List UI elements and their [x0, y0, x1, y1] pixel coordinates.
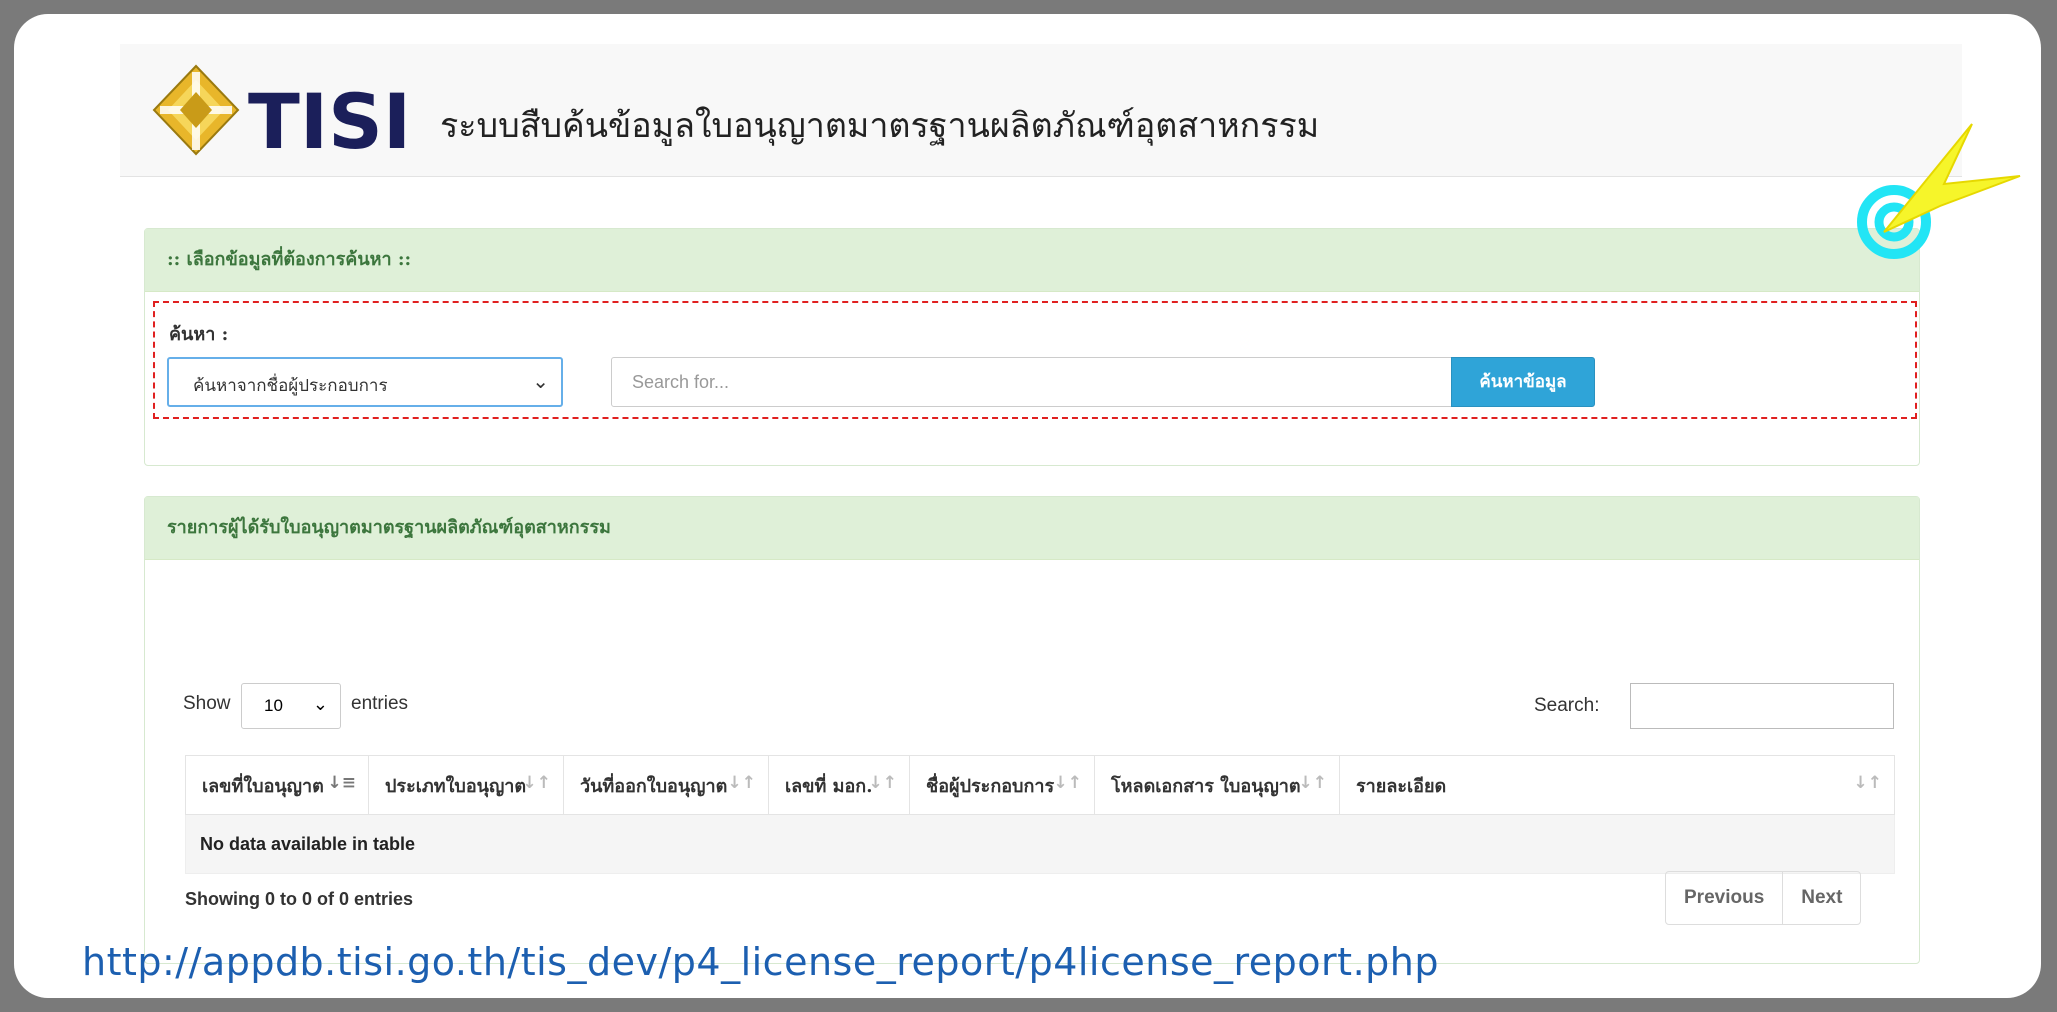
search-type-select[interactable]: ค้นหาจากชื่อผู้ประกอบการ ⌄	[167, 357, 563, 407]
column-header-download[interactable]: โหลดเอกสาร ใบอนุญาต ↓↑	[1094, 755, 1340, 815]
previous-button[interactable]: Previous	[1666, 872, 1782, 924]
sort-icon: ↓↑	[727, 773, 757, 793]
entries-label: entries	[351, 693, 409, 714]
column-header-tis-no[interactable]: เลขที่ มอก. ↓↑	[768, 755, 910, 815]
license-table: เลขที่ใบอนุญาต ↓≡ ประเภทใบอนุญาต ↓↑ วันที่…	[185, 755, 1895, 874]
table-header-row: เลขที่ใบอนุญาต ↓≡ ประเภทใบอนุญาต ↓↑ วันที่…	[185, 755, 1895, 815]
presentation-frame: TISI ระบบสืบค้นข้อมูลใบอนุญาตมาตรฐานผลิต…	[14, 14, 2041, 998]
site-title: ระบบสืบค้นข้อมูลใบอนุญาตมาตรฐานผลิตภัณฑ์…	[440, 106, 1320, 146]
site-header: TISI ระบบสืบค้นข้อมูลใบอนุญาตมาตรฐานผลิต…	[120, 44, 1962, 177]
column-header-license-type[interactable]: ประเภทใบอนุญาต ↓↑	[368, 755, 564, 815]
search-input[interactable]: Search for...	[611, 357, 1453, 407]
table-info: Showing 0 to 0 of 0 entries	[185, 889, 414, 909]
sort-icon: ↓↑	[1053, 773, 1083, 793]
search-label: ค้นหา :	[169, 324, 229, 345]
chevron-down-icon: ⌄	[532, 369, 549, 393]
sort-icon: ↓↑	[1298, 773, 1328, 793]
empty-table-message: No data available in table	[185, 814, 1895, 874]
search-type-value: ค้นหาจากชื่อผู้ประกอบการ	[193, 376, 388, 396]
sort-icon: ↓↑	[1853, 773, 1883, 793]
results-panel-heading: รายการผู้ได้รับใบอนุญาตมาตรฐานผลิตภัณฑ์อ…	[145, 497, 1919, 560]
column-header-details[interactable]: รายละเอียด ↓↑	[1339, 755, 1895, 815]
chevron-down-icon: ⌄	[312, 694, 328, 714]
results-panel: รายการผู้ได้รับใบอนุญาตมาตรฐานผลิตภัณฑ์อ…	[144, 496, 1920, 964]
search-button[interactable]: ค้นหาข้อมูล	[1451, 357, 1595, 407]
filter-input[interactable]	[1630, 683, 1894, 729]
sort-icon: ↓↑	[522, 773, 552, 793]
column-header-operator-name[interactable]: ชื่อผู้ประกอบการ ↓↑	[909, 755, 1095, 815]
search-panel-heading: :: เลือกข้อมูลที่ต้องการค้นหา ::	[145, 229, 1919, 292]
show-label: Show	[183, 693, 231, 714]
search-panel: :: เลือกข้อมูลที่ต้องการค้นหา :: ค้นหา :…	[144, 228, 1920, 466]
web-page: TISI ระบบสืบค้นข้อมูลใบอนุญาตมาตรฐานผลิต…	[120, 44, 1962, 994]
column-header-license-no[interactable]: เลขที่ใบอนุญาต ↓≡	[185, 755, 369, 815]
pagination: Previous Next	[1665, 871, 1862, 925]
sort-icon: ↓↑	[868, 773, 898, 793]
click-pointer-icon	[1857, 123, 2021, 259]
entries-select[interactable]: 10 ⌄	[241, 683, 341, 729]
entries-value: 10	[264, 696, 283, 715]
next-button[interactable]: Next	[1782, 872, 1860, 924]
column-header-issue-date[interactable]: วันที่ออกใบอนุญาต ↓↑	[563, 755, 769, 815]
page-url: http://appdb.tisi.go.th/tis_dev/p4_licen…	[82, 940, 1439, 984]
filter-label: Search:	[1534, 695, 1600, 716]
table-row: No data available in table	[185, 814, 1895, 874]
sort-asc-icon: ↓≡	[327, 773, 357, 793]
logo-wordmark: TISI	[248, 77, 411, 160]
tisi-logo: TISI	[152, 64, 411, 160]
